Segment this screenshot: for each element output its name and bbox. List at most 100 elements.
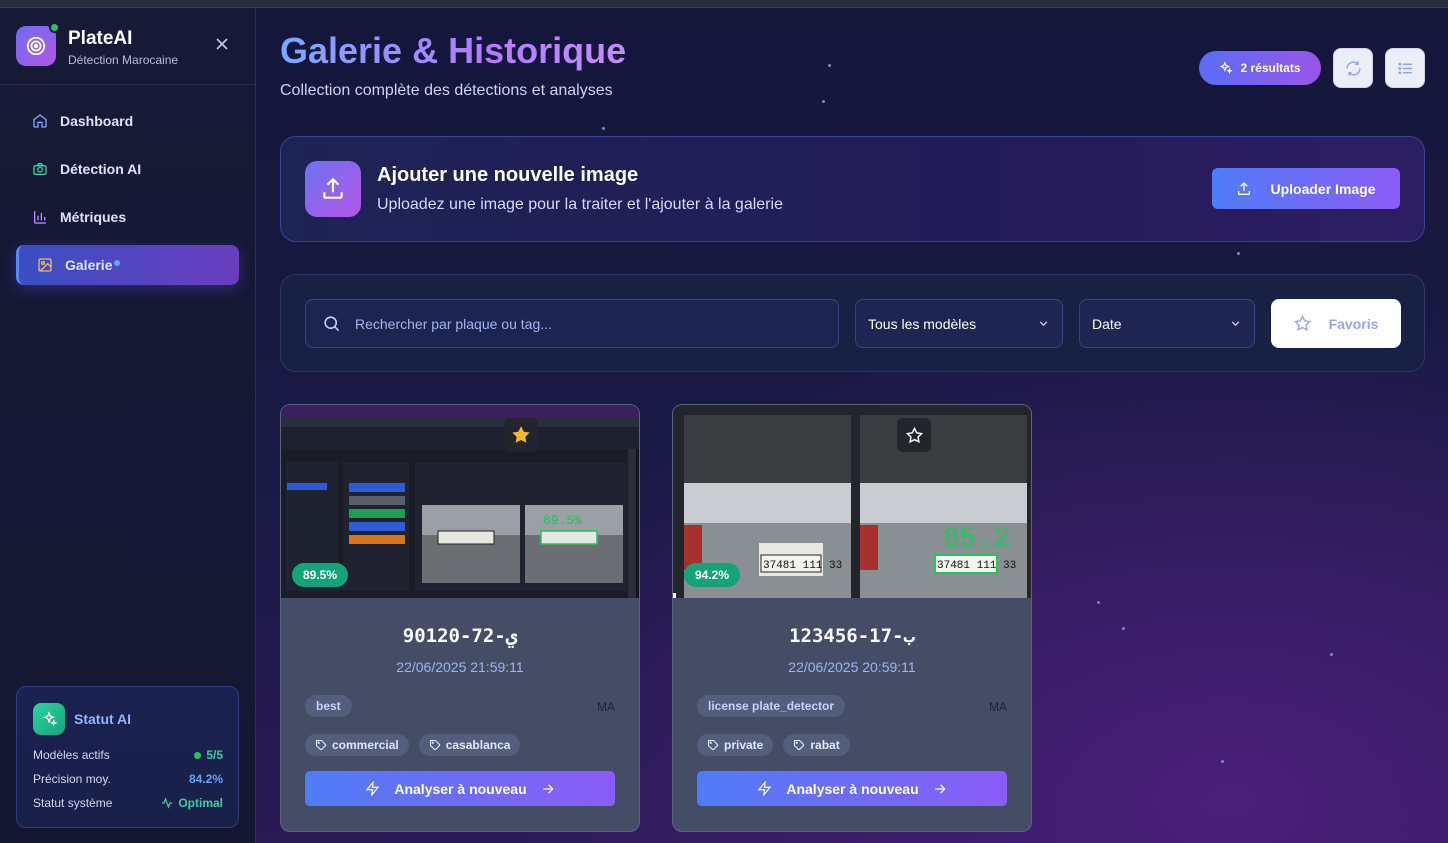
background-sparkle (1097, 601, 1100, 604)
results-count-badge: 2 résultats (1199, 51, 1321, 85)
brand-subtitle: Détection Marocaine (68, 53, 179, 67)
status-label: Modèles actifs (33, 748, 110, 762)
model-tag: license plate_detector (697, 695, 846, 717)
sidebar-item-label: Dashboard (60, 113, 134, 129)
refresh-button[interactable] (1333, 48, 1373, 88)
status-row-precision: Précision moy. 84.2% (33, 772, 223, 786)
upload-icon (305, 161, 361, 217)
model-tag: best (305, 695, 352, 717)
upload-title: Ajouter une nouvelle image (377, 164, 639, 186)
country-code: MA (597, 700, 615, 714)
logo-target-icon (16, 26, 56, 66)
model-filter-value: Tous les modèles (868, 315, 977, 332)
upload-image-button[interactable]: Uploader Image (1212, 168, 1400, 209)
sparkles-icon (1219, 61, 1234, 75)
tag-item[interactable]: rabat (783, 734, 850, 756)
plate-number: 123456-17-ب (789, 625, 915, 647)
background-sparkle (1122, 627, 1125, 630)
tag-item[interactable]: casablanca (418, 734, 521, 756)
sidebar-item-detection[interactable]: Détection AI (16, 149, 239, 189)
brand-name: PlateAI (68, 28, 133, 49)
plate-number: 90120-72-ي (402, 625, 518, 647)
tag-label: casablanca (445, 738, 511, 752)
country-code: MA (989, 700, 1007, 714)
arrow-right-icon (934, 783, 946, 794)
status-value: Optimal (161, 796, 223, 810)
image-icon (38, 258, 52, 272)
status-title: Statut AI (74, 711, 132, 727)
date-sort-select[interactable]: Date (1079, 299, 1255, 348)
favorites-filter-button[interactable]: Favoris (1271, 299, 1401, 348)
gallery-card[interactable]: 37481 111 33 37481 111 33 85.2 94.2% 123… (672, 404, 1032, 832)
sparkles-icon (33, 703, 65, 735)
tag-item[interactable]: commercial (305, 734, 409, 756)
lightning-icon (365, 781, 380, 796)
active-indicator-dot (114, 260, 121, 266)
status-label: Statut système (33, 796, 113, 810)
confidence-badge: 94.2% (684, 563, 741, 587)
arrow-right-icon (542, 783, 554, 794)
tag-icon (707, 739, 719, 751)
favorites-label: Favoris (1328, 315, 1379, 332)
online-status-dot (49, 22, 60, 33)
sidebar-divider (0, 84, 256, 85)
close-icon (216, 38, 228, 50)
sidebar-item-label: Métriques (60, 209, 127, 225)
tag-icon (315, 739, 327, 751)
svg-text:85.2: 85.2 (943, 524, 1010, 555)
status-row-models: Modèles actifs 5/5 (33, 748, 223, 762)
list-icon (1397, 62, 1412, 74)
reanalyze-button[interactable]: Analyser à nouveau (697, 771, 1007, 806)
svg-text:37481 111 33: 37481 111 33 (937, 560, 1016, 572)
refresh-icon (1345, 60, 1361, 76)
tag-label: private (724, 738, 764, 752)
upload-subtitle: Uploadez une image pour la traiter et l'… (377, 196, 783, 213)
search-box (305, 299, 839, 348)
favorite-toggle-button[interactable] (504, 418, 538, 452)
model-filter-select[interactable]: Tous les modèles (855, 299, 1063, 348)
reanalyze-label: Analyser à nouveau (786, 780, 919, 797)
search-input[interactable] (355, 315, 795, 332)
models-active-value: 5/5 (206, 748, 223, 762)
sidebar-item-metrics[interactable]: Métriques (16, 197, 239, 237)
tag-icon (794, 739, 805, 751)
sidebar-item-label: Détection AI (60, 161, 142, 177)
background-sparkle (828, 64, 831, 67)
tag-item[interactable]: private (697, 734, 774, 756)
search-icon (324, 316, 340, 332)
brand: PlateAI Détection Marocaine (16, 22, 240, 74)
home-icon (33, 114, 47, 128)
sidebar-item-gallery[interactable]: Galerie (16, 245, 239, 285)
sidebar-item-dashboard[interactable]: Dashboard (16, 101, 239, 141)
background-sparkle (822, 100, 825, 103)
chevron-down-icon (1039, 321, 1048, 327)
tag-list: commercial casablanca (305, 734, 521, 756)
tag-label: rabat (810, 738, 840, 752)
date-sort-value: Date (1092, 315, 1122, 332)
status-value: 5/5 (194, 748, 223, 762)
reanalyze-button[interactable]: Analyser à nouveau (305, 771, 615, 806)
upload-icon (1238, 181, 1251, 195)
background-sparkle (1330, 653, 1333, 656)
upload-panel: Ajouter une nouvelle image Uploadez une … (280, 136, 1425, 242)
sidebar: PlateAI Détection Marocaine Dashboard Dé… (0, 8, 256, 843)
svg-text:37481 111 33: 37481 111 33 (763, 560, 842, 572)
confidence-badge: 89.5% (292, 563, 349, 587)
close-sidebar-button[interactable] (212, 36, 232, 56)
detection-date: 22/06/2025 20:59:11 (788, 659, 916, 675)
svg-text:89.5%: 89.5% (543, 513, 582, 528)
gallery-card[interactable]: 89.5% 89.5% 90120-72-ي 22/06/2025 21:59:… (280, 404, 640, 832)
page-subtitle: Collection complète des détections et an… (280, 82, 613, 99)
chevron-down-icon (1231, 321, 1240, 327)
star-icon (1293, 315, 1311, 332)
lightning-icon (757, 781, 772, 796)
green-dot-icon (194, 751, 202, 759)
sidebar-item-label: Galerie (65, 257, 113, 273)
page-title: Galerie & Historique (280, 30, 627, 71)
browser-top-strip (0, 0, 1448, 8)
list-view-button[interactable] (1385, 48, 1425, 88)
precision-value: 84.2% (188, 772, 223, 786)
favorite-toggle-button[interactable] (897, 418, 931, 452)
camera-icon (33, 163, 47, 175)
results-count-label: 2 résultats (1240, 61, 1301, 75)
